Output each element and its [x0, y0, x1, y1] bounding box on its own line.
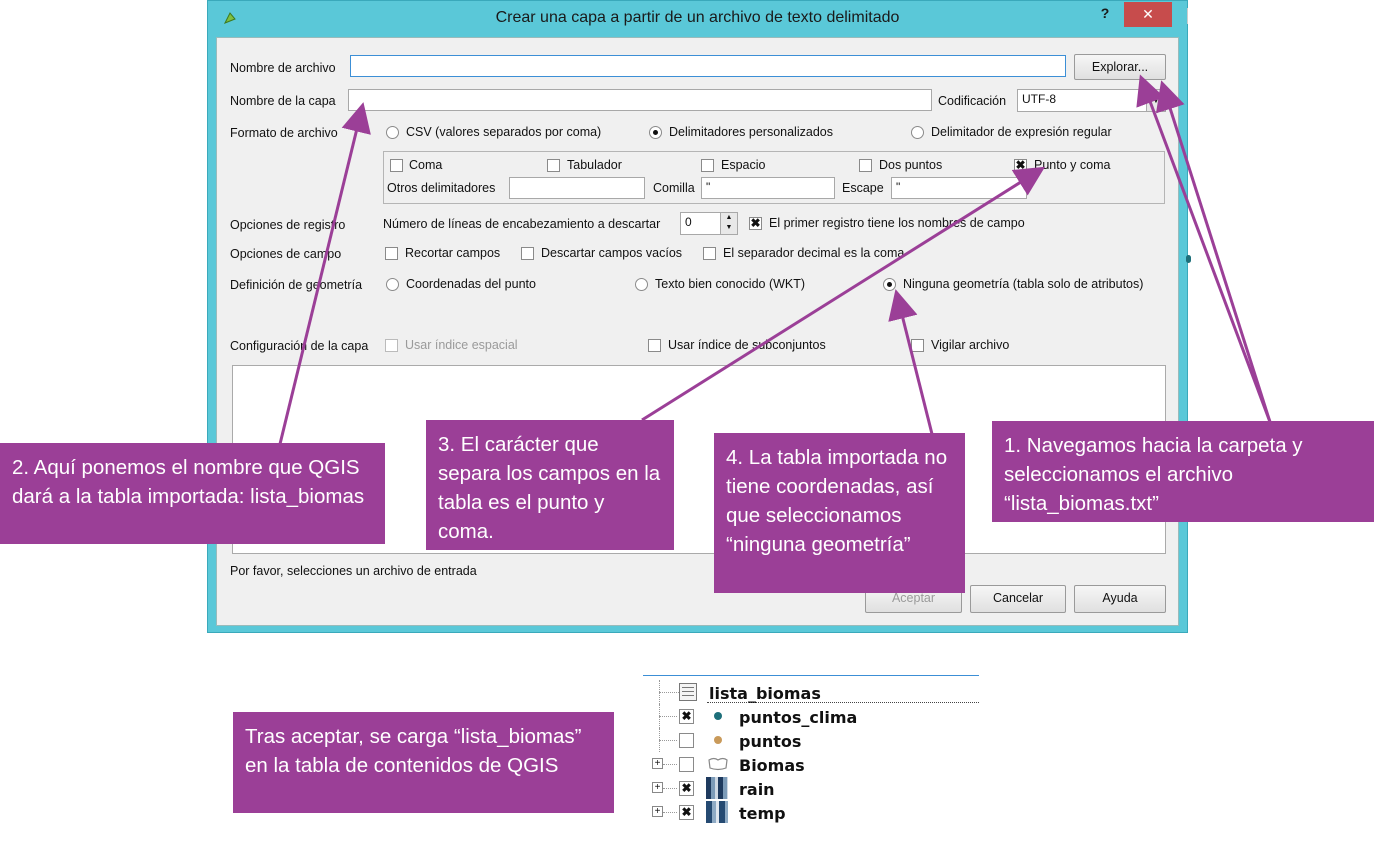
selection-underline [707, 702, 979, 703]
table-icon [679, 683, 697, 701]
arrow-3 [641, 166, 1046, 422]
checkbox-layer-puntos[interactable] [679, 733, 694, 748]
layer-name-biomas: Biomas [739, 756, 805, 775]
layer-name-lista-biomas: lista_biomas [709, 684, 821, 703]
tree-line [659, 740, 677, 741]
point-icon [714, 736, 722, 744]
callout-4: 4. La tabla importada no tiene coordenad… [714, 433, 965, 593]
layer-row-lista-biomas[interactable]: lista_biomas [643, 680, 983, 704]
expand-icon[interactable]: + [652, 806, 663, 817]
layer-row-temp[interactable]: + ✖ temp [643, 800, 983, 824]
tree-line [663, 788, 677, 789]
layer-name-puntos: puntos [739, 732, 802, 751]
expand-icon[interactable]: + [652, 758, 663, 769]
layer-name-rain: rain [739, 780, 775, 799]
tree-line [659, 692, 679, 693]
layer-row-puntos-clima[interactable]: ✖ puntos_clima [643, 704, 983, 728]
layer-name-temp: temp [739, 804, 786, 823]
tree-line [659, 716, 677, 717]
raster-icon [706, 801, 728, 823]
callout-1: 1. Navegamos hacia la carpeta y seleccio… [992, 421, 1374, 522]
tree-line [663, 812, 677, 813]
layers-panel: lista_biomas ✖ puntos_clima puntos + Bio… [643, 678, 983, 828]
layer-row-biomas[interactable]: + Biomas [643, 752, 983, 776]
layer-row-rain[interactable]: + ✖ rain [643, 776, 983, 800]
layer-name-puntos-clima: puntos_clima [739, 708, 858, 727]
callout-3: 3. El carácter que separa los campos en … [426, 420, 674, 550]
checkbox-layer-puntos-clima[interactable]: ✖ [679, 709, 694, 724]
tree-line [663, 764, 677, 765]
arrow-1b [1155, 80, 1272, 423]
layer-row-puntos[interactable]: puntos [643, 728, 983, 752]
checkbox-layer-temp[interactable]: ✖ [679, 805, 694, 820]
expand-icon[interactable]: + [652, 782, 663, 793]
arrow-4 [888, 289, 934, 435]
point-icon [714, 712, 722, 720]
callout-5: Tras aceptar, se carga “lista_biomas” en… [233, 712, 614, 813]
arrow-2 [278, 102, 371, 445]
arrow-1a [1136, 74, 1272, 423]
checkbox-layer-rain[interactable]: ✖ [679, 781, 694, 796]
legend-top-border [643, 675, 979, 676]
raster-icon [706, 777, 728, 799]
polygon-icon [706, 756, 730, 775]
callout-2: 2. Aquí ponemos el nombre que QGIS dará … [0, 443, 385, 544]
checkbox-layer-biomas[interactable] [679, 757, 694, 772]
